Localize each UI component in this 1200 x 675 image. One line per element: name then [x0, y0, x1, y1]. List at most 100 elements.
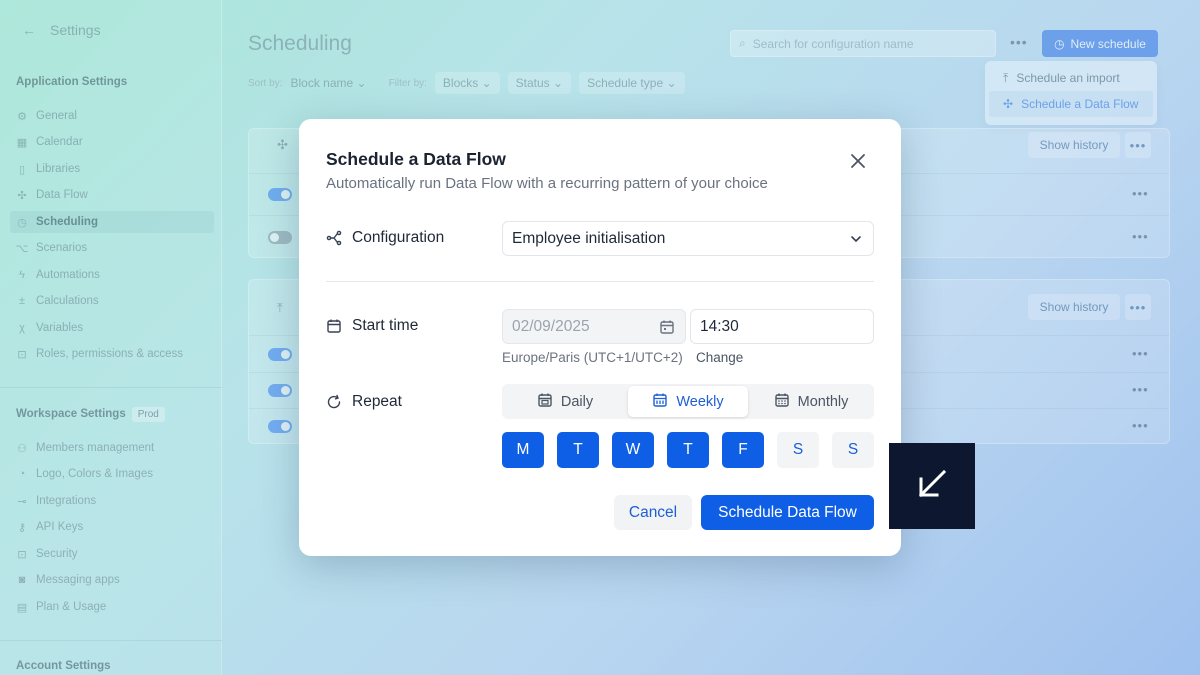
key-icon: ⚷: [17, 521, 27, 534]
repeat-option-monthly[interactable]: Monthly: [751, 386, 871, 417]
filter-label: Filter by:: [388, 77, 427, 89]
start-time-input[interactable]: 14:30: [690, 309, 874, 344]
show-history-button[interactable]: Show history: [1028, 132, 1120, 158]
chat-icon: ◙: [18, 574, 26, 586]
repeat-option-weekly[interactable]: Weekly: [628, 386, 748, 417]
env-badge: Prod: [131, 407, 165, 422]
divider: [326, 281, 874, 282]
timezone-text: Europe/Paris (UTC+1/UTC+2): [502, 350, 683, 365]
day-toggle-wednesday[interactable]: W: [612, 432, 654, 468]
account-settings-heading: Account Settings: [16, 660, 111, 672]
start-date-input[interactable]: 02/09/2025: [502, 309, 686, 344]
menu-item-schedule-import[interactable]: ⤒ Schedule an import: [989, 65, 1153, 91]
sidebar-item-messaging[interactable]: ◙ Messaging apps: [16, 569, 120, 591]
data-flow-icon: [326, 230, 342, 246]
schedule-toggle[interactable]: [268, 420, 292, 433]
lock-icon: ⊡: [17, 548, 27, 561]
sidebar-item-automations[interactable]: ϟ Automations: [16, 264, 100, 286]
back-arrow-icon[interactable]: ←: [22, 22, 36, 38]
timer-icon: ◷: [1054, 36, 1065, 51]
sidebar-item-plan[interactable]: ▤ Plan & Usage: [16, 596, 107, 618]
lock-icon: ⊡: [17, 348, 27, 361]
sidebar-item-data-flow[interactable]: ✣ Data Flow: [16, 184, 87, 206]
more-options-button[interactable]: •••: [1010, 34, 1028, 50]
sidebar-item-scenarios[interactable]: ⌥ Scenarios: [16, 237, 87, 259]
cancel-button[interactable]: Cancel: [614, 495, 692, 530]
filter-status[interactable]: Status ⌄: [507, 72, 572, 94]
data-flow-icon: ✣: [17, 189, 27, 202]
lightning-icon: ϟ: [19, 269, 25, 281]
row-more-button[interactable]: •••: [1132, 229, 1149, 244]
close-icon[interactable]: [847, 150, 869, 172]
schedule-toggle[interactable]: [268, 384, 292, 397]
calendar-week-icon: [652, 392, 668, 412]
new-schedule-button[interactable]: ◷ New schedule: [1042, 30, 1158, 57]
page-title: Scheduling: [248, 32, 352, 55]
search-icon: ⌕: [739, 36, 746, 50]
start-time-label: Start time: [326, 317, 418, 335]
sidebar-item-libraries[interactable]: ▯ Libraries: [16, 158, 80, 180]
row-more-button[interactable]: •••: [1132, 418, 1149, 433]
users-icon: ⚇: [17, 442, 27, 455]
schedule-toggle[interactable]: [268, 231, 292, 244]
sidebar-item-calculations[interactable]: ± Calculations: [16, 290, 99, 312]
sidebar-item-logo-colors[interactable]: ◔ Logo, Colors & Images: [16, 463, 153, 485]
repeat-option-daily[interactable]: Daily: [505, 386, 625, 417]
sidebar-header: ← Settings: [22, 22, 101, 38]
palette-icon: ◔: [18, 468, 26, 480]
day-toggle-sunday[interactable]: S: [832, 432, 874, 468]
day-toggle-saturday[interactable]: S: [777, 432, 819, 468]
filter-schedule-type[interactable]: Schedule type ⌄: [579, 72, 685, 94]
sidebar-item-members[interactable]: ⚇ Members management: [16, 437, 154, 459]
upload-icon: ⤒: [277, 300, 283, 315]
schedule-data-flow-modal: Schedule a Data Flow Automatically run D…: [299, 119, 901, 556]
calendar-icon: [537, 392, 553, 412]
app-settings-heading: Application Settings: [16, 76, 128, 88]
day-toggle-friday[interactable]: F: [722, 432, 764, 468]
sidebar-item-scheduling[interactable]: ◷ Scheduling: [10, 211, 214, 233]
calculator-icon: ±: [18, 295, 26, 307]
menu-item-schedule-data-flow[interactable]: ✣ Schedule a Data Flow: [989, 91, 1153, 117]
calendar-month-icon: [774, 392, 790, 412]
timer-icon: ◷: [17, 216, 27, 229]
schedule-data-flow-button[interactable]: Schedule Data Flow: [701, 495, 874, 530]
filter-blocks[interactable]: Blocks ⌄: [434, 72, 500, 94]
search-input[interactable]: ⌕ Search for configuration name: [730, 30, 996, 57]
sidebar-item-calendar[interactable]: ▦ Calendar: [16, 131, 83, 153]
calendar-icon: [326, 318, 342, 334]
schedule-toggle[interactable]: [268, 188, 292, 201]
configuration-label: Configuration: [326, 229, 444, 247]
sidebar-item-roles[interactable]: ⊡ Roles, permissions & access: [16, 343, 183, 365]
repeat-segmented-control: Daily Weekly Monthly: [502, 384, 874, 419]
modal-title: Schedule a Data Flow: [326, 149, 506, 169]
workspace-settings-heading: Workspace Settings Prod: [16, 407, 165, 422]
show-history-button[interactable]: Show history: [1028, 294, 1120, 320]
sidebar-item-general[interactable]: ⚙ General: [16, 105, 77, 127]
data-flow-icon: ✣: [277, 137, 288, 152]
card-more-button[interactable]: •••: [1125, 294, 1151, 320]
sidebar-item-security[interactable]: ⊡ Security: [16, 543, 77, 565]
configuration-select[interactable]: Employee initialisation: [502, 221, 874, 256]
sidebar-item-variables[interactable]: χ Variables: [16, 317, 83, 339]
corner-badge: [889, 443, 975, 529]
calendar-icon: [659, 319, 675, 340]
sidebar-divider: [0, 640, 222, 641]
sidebar-back-label: Settings: [50, 22, 101, 38]
sidebar: ← Settings Application Settings ⚙ General…: [0, 0, 222, 675]
modal-subtitle: Automatically run Data Flow with a recur…: [326, 175, 768, 192]
refresh-icon: [326, 394, 342, 410]
upload-icon: ⤒: [1003, 70, 1009, 85]
sidebar-item-integrations[interactable]: ⊸ Integrations: [16, 490, 96, 512]
card-more-button[interactable]: •••: [1125, 132, 1151, 158]
day-toggle-tuesday[interactable]: T: [557, 432, 599, 468]
timezone-change-link[interactable]: Change: [696, 350, 743, 365]
day-toggle-thursday[interactable]: T: [667, 432, 709, 468]
row-more-button[interactable]: •••: [1132, 186, 1149, 201]
sort-dropdown[interactable]: Block name ⌄: [290, 76, 366, 90]
day-toggle-monday[interactable]: M: [502, 432, 544, 468]
variable-icon: χ: [19, 322, 25, 334]
row-more-button[interactable]: •••: [1132, 382, 1149, 397]
sidebar-item-api-keys[interactable]: ⚷ API Keys: [16, 516, 83, 538]
schedule-toggle[interactable]: [268, 348, 292, 361]
row-more-button[interactable]: •••: [1132, 346, 1149, 361]
